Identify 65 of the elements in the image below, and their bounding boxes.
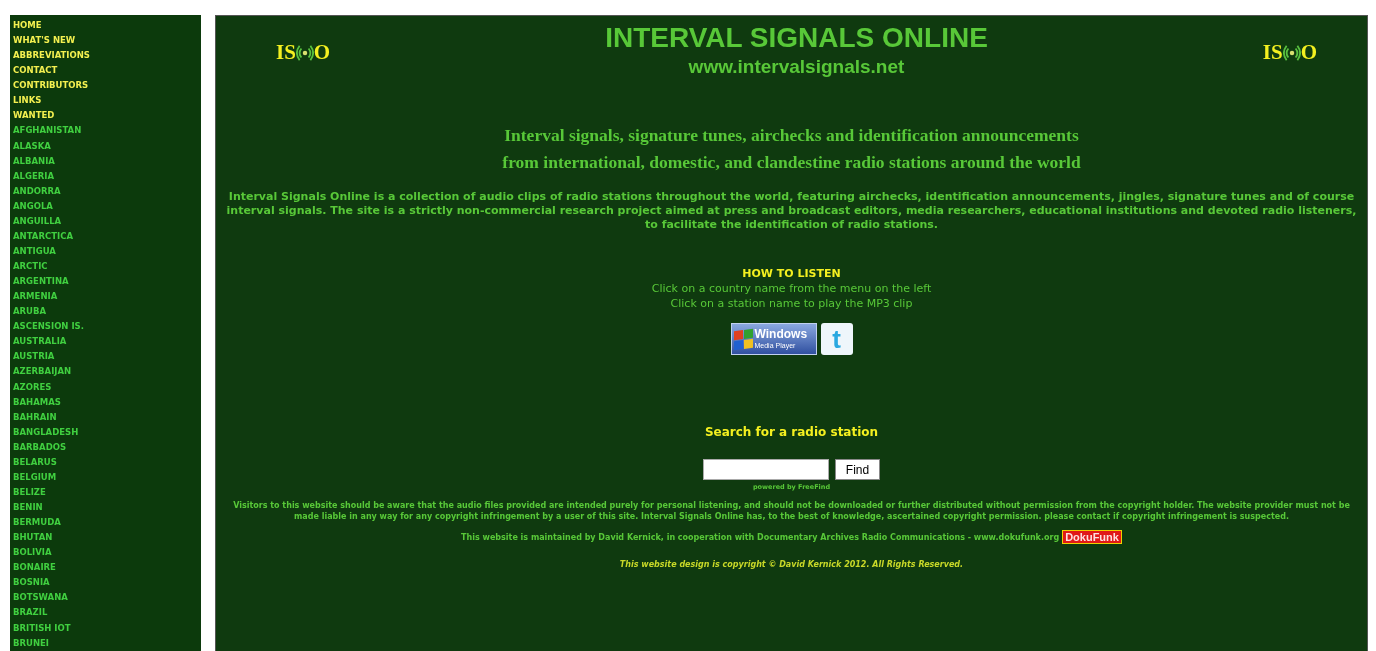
logo-text: IS [276, 40, 296, 65]
country-link[interactable]: ARMENIA [13, 289, 58, 305]
country-link[interactable]: AZORES [13, 379, 52, 395]
country-link[interactable]: BAHRAIN [13, 409, 57, 425]
country-link[interactable]: AUSTRIA [13, 349, 55, 365]
country-link[interactable]: BRAZIL [13, 605, 48, 621]
nav-link[interactable]: CONTACT [13, 63, 58, 79]
instruction-text: Click on a country name from the menu on the left [651, 281, 932, 296]
intro-paragraph: Interval Signals Online is a collection of audio clips of radio stations throughout the world, featuring airchecks, identification announcements, jingles, signature tunes and of course interval signals. The site is a strictly non-commercial research project aimed at press and broadcast editors, media researchers, educational institutions and devoted radio listeners, to facilitate the identification of radio stations. [225, 190, 1358, 232]
country-link[interactable]: BOLIVIA [13, 545, 52, 561]
radio-wave-icon [295, 43, 314, 62]
country-link[interactable]: BANGLADESH [13, 424, 79, 440]
country-link[interactable]: BONAIRE [13, 560, 56, 576]
country-link[interactable]: BRITISH IOT [13, 620, 71, 636]
country-link[interactable]: BELGIUM [13, 469, 57, 485]
site-url[interactable]: www.intervalsignals.net [688, 56, 905, 78]
tagline-text: from international, domestic, and clandestine radio stations around the world [502, 151, 1081, 174]
section-heading: HOW TO LISTEN [741, 266, 842, 281]
country-link[interactable]: BOTSWANA [13, 590, 68, 606]
copyright-text: This website design is copyright © David Kernick 2012. All Rights Reserved. [619, 560, 964, 569]
tagline-text: Interval signals, signature tunes, airchecks and identification announcements [503, 124, 1080, 147]
country-link[interactable]: ANGUILLA [13, 213, 62, 229]
maintainer-text: This website is maintained by David Kernick, in cooperation with Documentary Archives Radio Communications - www.dokufunk.org [461, 532, 1060, 542]
logo-text: O [1300, 40, 1317, 65]
country-link[interactable]: ARCTIC [13, 259, 48, 275]
badge-text: Windows [754, 328, 808, 341]
radio-wave-icon [1282, 43, 1301, 62]
nav-link[interactable]: WHAT'S NEW [13, 33, 76, 49]
country-link[interactable]: ANGOLA [13, 198, 53, 214]
country-link[interactable]: BOSNIA [13, 575, 50, 591]
country-link[interactable]: ANTARCTICA [13, 228, 73, 244]
country-link[interactable]: ANTIGUA [13, 243, 56, 259]
nav-link[interactable]: WANTED [13, 108, 55, 124]
country-link[interactable]: BELIZE [13, 484, 46, 500]
country-link[interactable]: BRUNEI [13, 635, 49, 651]
country-link[interactable]: ARGENTINA [13, 274, 69, 290]
nav-link[interactable]: HOME [13, 18, 42, 34]
dokufunk-badge[interactable]: DokuFunk [1062, 530, 1122, 544]
country-link[interactable]: AZERBAIJAN [13, 364, 72, 380]
country-link[interactable]: ARUBA [13, 304, 47, 320]
search-field[interactable] [702, 459, 829, 480]
nav-link[interactable]: LINKS [13, 93, 42, 109]
country-link[interactable]: ASCENSION IS. [13, 319, 84, 335]
nav-link[interactable]: ABBREVIATIONS [13, 48, 90, 64]
country-link[interactable]: AUSTRALIA [13, 334, 67, 350]
country-link[interactable]: BERMUDA [13, 515, 61, 531]
country-link[interactable]: ALASKA [13, 138, 51, 154]
instruction-text: Click on a station name to play the MP3 clip [669, 296, 914, 311]
country-link[interactable]: ALBANIA [13, 153, 55, 169]
country-link[interactable]: BENIN [13, 500, 43, 516]
country-link[interactable]: BARBADOS [13, 439, 67, 455]
country-link[interactable]: BAHAMAS [13, 394, 61, 410]
country-link[interactable]: BHUTAN [13, 530, 53, 546]
country-link[interactable]: ANDORRA [13, 183, 61, 199]
logo-text: IS [1262, 40, 1283, 65]
logo-text: O [313, 40, 331, 65]
section-heading: Search for a radio station [704, 425, 879, 439]
site-title: INTERVAL SIGNALS ONLINE [605, 22, 988, 54]
find-button[interactable]: Find [834, 459, 881, 480]
disclaimer-text: Visitors to this website should be aware that the audio files provided are intended purely for personal listening, and should not be downloaded or further distributed without permission from the copyright holder. The website provider must not be made liable in any way for any copyright infringement by a user of this site. Interval Signals Online has, to the best of knowledge, ascertained copyright permission. please contact if copyright infringement is suspected. [232, 500, 1351, 522]
country-link[interactable]: BELARUS [13, 454, 57, 470]
country-link[interactable]: AFGHANISTAN [13, 123, 82, 139]
country-link[interactable]: ALGERIA [13, 168, 55, 184]
windows-flag-icon [733, 328, 753, 350]
nav-link[interactable]: CONTRIBUTORS [13, 78, 89, 94]
